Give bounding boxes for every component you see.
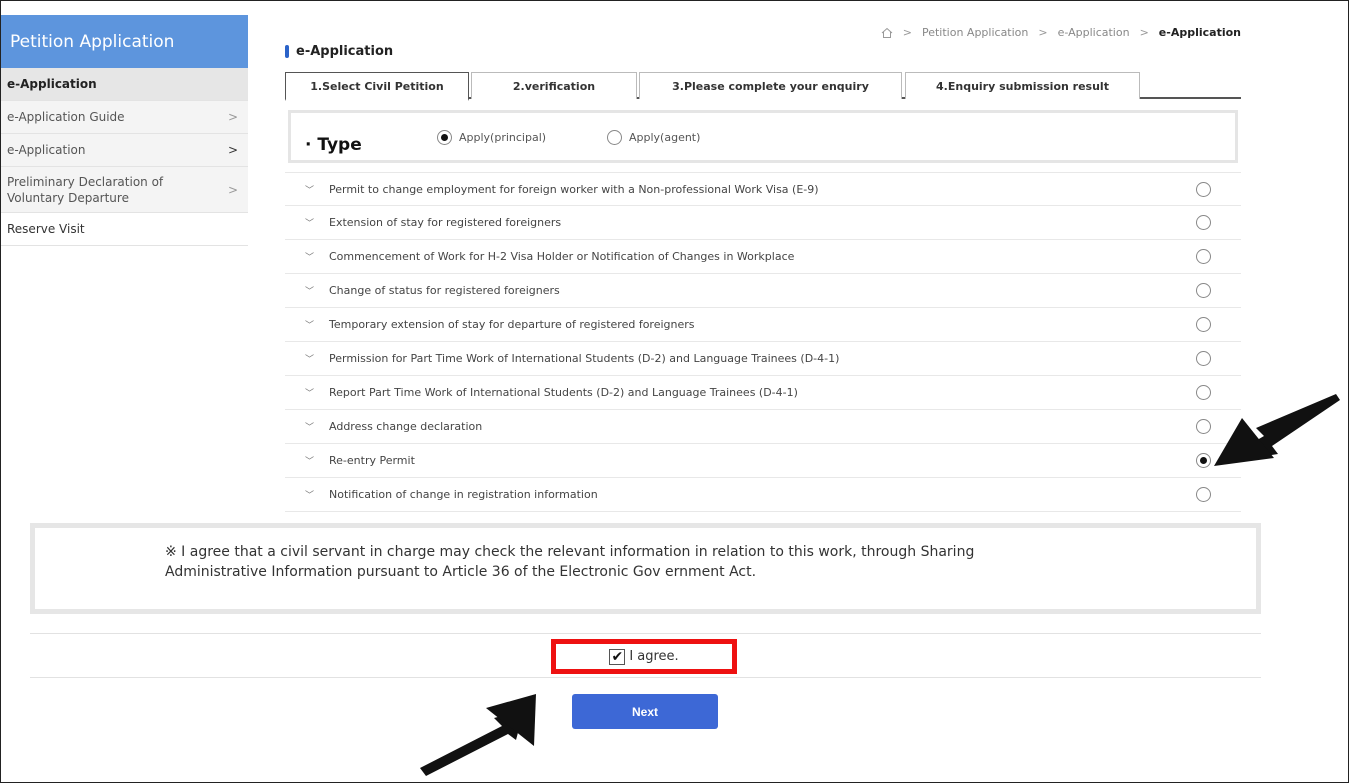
petition-row[interactable]: ﹀ Address change declaration xyxy=(285,410,1241,444)
chevron-down-icon[interactable]: ﹀ xyxy=(305,284,319,297)
petition-label[interactable]: Re-entry Permit xyxy=(329,454,415,467)
petition-label[interactable]: Temporary extension of stay for departur… xyxy=(329,318,695,331)
annotation-arrow-icon xyxy=(1214,394,1340,466)
type-option-label: Apply(agent) xyxy=(629,131,701,144)
chevron-down-icon[interactable]: ﹀ xyxy=(305,488,319,501)
tab-select-civil-petition[interactable]: 1.Select Civil Petition xyxy=(285,72,469,101)
petition-radio[interactable] xyxy=(1196,283,1211,298)
petition-radio[interactable] xyxy=(1196,487,1211,502)
petition-label[interactable]: Notification of change in registration i… xyxy=(329,488,598,501)
consent-box: ※ I agree that a civil servant in charge… xyxy=(30,523,1261,614)
petition-radio[interactable] xyxy=(1196,351,1211,366)
agree-checkbox[interactable]: ✔ xyxy=(609,648,626,665)
radio-principal[interactable] xyxy=(437,130,452,145)
type-option-label: Apply(principal) xyxy=(459,131,547,144)
petition-label[interactable]: Extension of stay for registered foreign… xyxy=(329,216,561,229)
chevron-right-icon: > xyxy=(227,143,238,157)
sidebar-item-e-application[interactable]: e-Application > xyxy=(1,134,248,167)
sidebar-item-label-line2: Voluntary Departure xyxy=(7,190,129,205)
sidebar-item-label: e-Application xyxy=(7,143,86,157)
page-title-text: e-Application xyxy=(296,44,394,59)
type-selector: · Type Apply(principal) Apply(agent) xyxy=(288,110,1238,163)
chevron-down-icon[interactable]: ﹀ xyxy=(305,352,319,365)
breadcrumb-separator: > xyxy=(1139,26,1149,39)
page-title: e-Application xyxy=(285,44,393,59)
type-option-agent[interactable]: Apply(agent) xyxy=(607,130,700,145)
chevron-down-icon[interactable]: ﹀ xyxy=(305,318,319,331)
type-option-principal[interactable]: Apply(principal) xyxy=(437,130,546,145)
petition-row[interactable]: ﹀ Temporary extension of stay for depart… xyxy=(285,308,1241,342)
sidebar-item-label: Preliminary Declaration of Voluntary Dep… xyxy=(7,174,163,206)
petition-radio-selected[interactable] xyxy=(1196,453,1211,468)
sidebar-item-label: e-Application xyxy=(7,77,97,91)
chevron-down-icon[interactable]: ﹀ xyxy=(305,250,319,263)
petition-list: ﹀ Permit to change employment for foreig… xyxy=(285,172,1241,512)
sidebar-item-label: e-Application Guide xyxy=(7,110,125,124)
step-tabs: 1.Select Civil Petition 2.verification 3… xyxy=(285,72,1241,101)
petition-row[interactable]: ﹀ Change of status for registered foreig… xyxy=(285,274,1241,308)
sidebar-item-e-application-header[interactable]: e-Application xyxy=(1,68,248,101)
petition-label[interactable]: Report Part Time Work of International S… xyxy=(329,386,798,399)
petition-row[interactable]: ﹀ Permit to change employment for foreig… xyxy=(285,172,1241,206)
breadcrumb: > Petition Application > e-Application >… xyxy=(881,26,1241,39)
petition-radio[interactable] xyxy=(1196,385,1211,400)
radio-agent[interactable] xyxy=(607,130,622,145)
petition-radio[interactable] xyxy=(1196,182,1211,197)
sidebar-title: Petition Application xyxy=(1,15,248,68)
sidebar-item-preliminary-declaration[interactable]: Preliminary Declaration of Voluntary Dep… xyxy=(1,167,248,213)
breadcrumb-current: e-Application xyxy=(1158,26,1241,39)
title-marker xyxy=(285,45,289,58)
agree-label[interactable]: I agree. xyxy=(629,649,678,664)
home-icon[interactable] xyxy=(881,27,893,39)
petition-row[interactable]: ﹀ Extension of stay for registered forei… xyxy=(285,206,1241,240)
tab-verification[interactable]: 2.verification xyxy=(471,72,637,99)
petition-radio[interactable] xyxy=(1196,249,1211,264)
petition-label[interactable]: Change of status for registered foreigne… xyxy=(329,284,560,297)
petition-radio[interactable] xyxy=(1196,317,1211,332)
agree-checkbox-group[interactable]: ✔ I agree. xyxy=(551,639,737,674)
petition-radio[interactable] xyxy=(1196,419,1211,434)
chevron-right-icon: > xyxy=(227,110,238,124)
chevron-down-icon[interactable]: ﹀ xyxy=(305,216,319,229)
divider xyxy=(30,633,1261,634)
chevron-down-icon[interactable]: ﹀ xyxy=(305,183,319,196)
annotation-arrow-icon xyxy=(420,694,536,776)
petition-label[interactable]: Commencement of Work for H-2 Visa Holder… xyxy=(329,250,794,263)
petition-row[interactable]: ﹀ Re-entry Permit xyxy=(285,444,1241,478)
sidebar-item-label-line1: Preliminary Declaration of xyxy=(7,174,164,189)
petition-label[interactable]: Address change declaration xyxy=(329,420,482,433)
tab-complete-enquiry[interactable]: 3.Please complete your enquiry xyxy=(639,72,902,99)
chevron-down-icon[interactable]: ﹀ xyxy=(305,420,319,433)
breadcrumb-separator: > xyxy=(902,26,912,39)
petition-row[interactable]: ﹀ Commencement of Work for H-2 Visa Hold… xyxy=(285,240,1241,274)
type-label: · Type xyxy=(305,135,362,155)
tab-enquiry-result[interactable]: 4.Enquiry submission result xyxy=(905,72,1140,99)
petition-row[interactable]: ﹀ Permission for Part Time Work of Inter… xyxy=(285,342,1241,376)
breadcrumb-item[interactable]: e-Application xyxy=(1058,26,1130,39)
consent-text: ※ I agree that a civil servant in charge… xyxy=(165,544,975,580)
petition-label[interactable]: Permit to change employment for foreign … xyxy=(329,183,819,196)
petition-radio[interactable] xyxy=(1196,215,1211,230)
chevron-right-icon: > xyxy=(227,182,238,197)
petition-row[interactable]: ﹀ Report Part Time Work of International… xyxy=(285,376,1241,410)
chevron-down-icon[interactable]: ﹀ xyxy=(305,454,319,467)
petition-row[interactable]: ﹀ Notification of change in registration… xyxy=(285,478,1241,512)
chevron-down-icon[interactable]: ﹀ xyxy=(305,386,319,399)
sidebar-item-label: Reserve Visit xyxy=(7,222,85,236)
breadcrumb-item[interactable]: Petition Application xyxy=(922,26,1028,39)
breadcrumb-separator: > xyxy=(1038,26,1048,39)
petition-label[interactable]: Permission for Part Time Work of Interna… xyxy=(329,352,839,365)
next-button[interactable]: Next xyxy=(572,694,718,729)
sidebar-item-e-application-guide[interactable]: e-Application Guide > xyxy=(1,101,248,134)
divider xyxy=(30,677,1261,678)
sidebar: Petition Application e-Application e-App… xyxy=(1,15,248,246)
sidebar-item-reserve-visit[interactable]: Reserve Visit xyxy=(1,213,248,246)
